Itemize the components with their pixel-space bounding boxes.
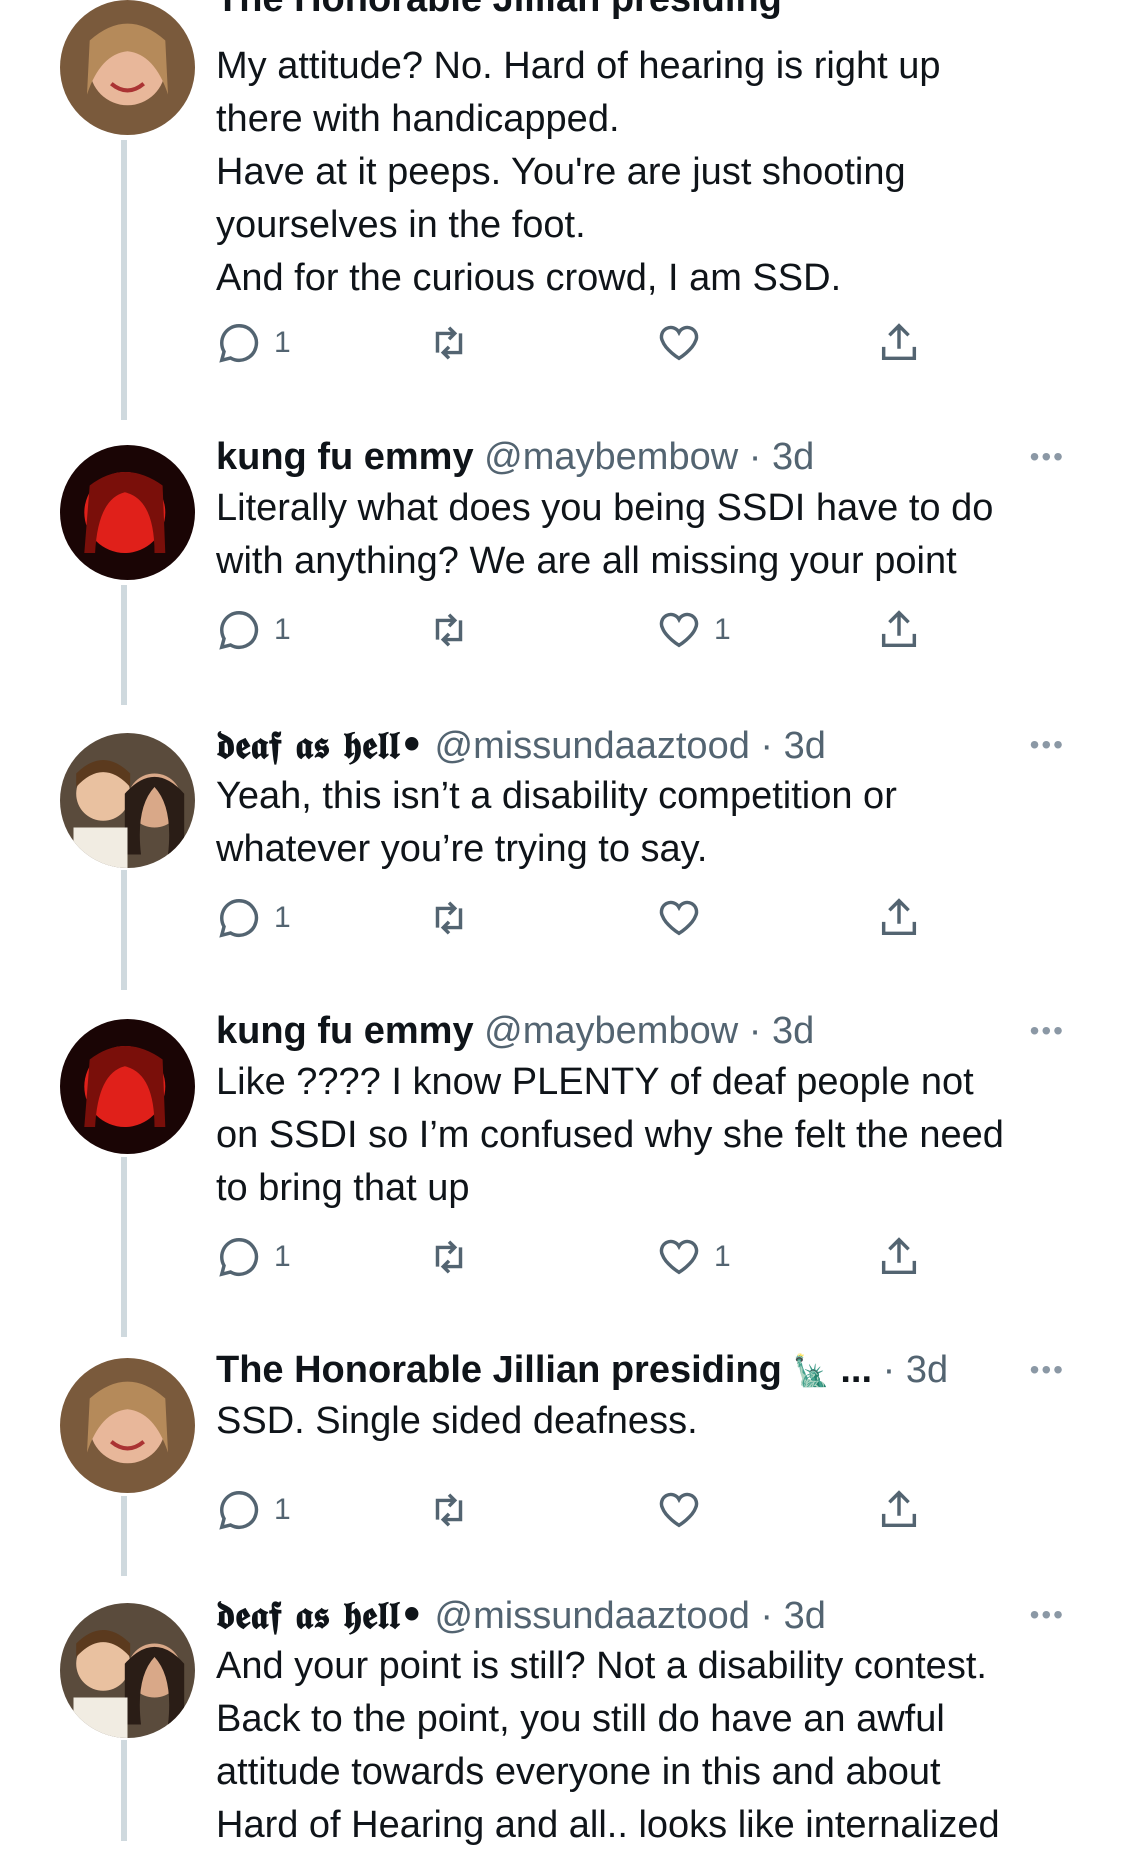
heart-icon	[659, 1239, 699, 1275]
statue-of-liberty-icon: 🗽	[792, 1354, 830, 1388]
thread-line	[121, 1740, 127, 1841]
tweet-text: Yeah, this isn’t a disability competitio…	[216, 775, 897, 870]
retweet-button[interactable]	[426, 1227, 472, 1287]
speech-bubble-icon	[219, 1491, 259, 1530]
heart-icon	[659, 900, 699, 936]
like-button[interactable]: 1	[656, 600, 731, 660]
speech-bubble-icon	[219, 611, 259, 650]
tweet-handle[interactable]: @maybembow	[484, 1010, 738, 1052]
like-button[interactable]	[656, 313, 714, 373]
retweet-icon	[435, 901, 463, 935]
retweet-button[interactable]	[426, 600, 472, 660]
share-icon	[881, 1237, 917, 1275]
share-icon	[881, 610, 917, 648]
reply-count: 1	[274, 1240, 291, 1273]
retweet-icon	[435, 613, 463, 647]
tweet-actions: 1	[216, 313, 936, 373]
reply-button[interactable]: 1	[216, 313, 291, 373]
tweet-time[interactable]: 3d	[784, 1595, 826, 1637]
tweet-actions: 1 1	[216, 600, 936, 660]
tweet-time[interactable]: 3d	[784, 725, 826, 767]
share-button[interactable]	[876, 600, 922, 660]
reply-count: 1	[274, 1493, 291, 1526]
tweet-author-name[interactable]: The Honorable Jillian presiding	[216, 0, 782, 21]
share-button[interactable]	[876, 888, 922, 948]
speech-bubble-icon	[219, 324, 259, 363]
more-dots-icon[interactable]: •••	[1030, 720, 1065, 770]
tweet-text: And your point is still? Not a disabilit…	[216, 1645, 1000, 1846]
share-button[interactable]	[876, 313, 922, 373]
heart-icon	[659, 612, 699, 648]
retweet-icon	[435, 326, 463, 360]
thread-line	[121, 1496, 127, 1576]
like-count: 1	[714, 1240, 731, 1273]
reply-count: 1	[274, 613, 291, 646]
reply-count: 1	[274, 901, 291, 934]
reply-button[interactable]: 1	[216, 1227, 291, 1287]
tweet-text: Literally what does you being SSDI have …	[216, 487, 994, 582]
speech-bubble-icon	[219, 1238, 259, 1277]
tweet-author-name[interactable]: kung fu emmy	[216, 436, 474, 478]
thread-line	[121, 870, 127, 990]
tweet-time[interactable]: 3d	[906, 1349, 948, 1391]
tweet-author-name[interactable]: 𝖉𝖊𝖆𝖋 𝖆𝖘 𝖍𝖊𝖑𝖑•	[216, 1592, 424, 1637]
share-icon	[881, 1490, 917, 1528]
share-icon	[881, 323, 917, 361]
avatar[interactable]	[60, 733, 195, 868]
more-dots-icon[interactable]: •••	[1030, 1590, 1065, 1640]
like-button[interactable]	[656, 1480, 714, 1540]
avatar[interactable]	[60, 1358, 195, 1493]
tweet-author-name[interactable]: kung fu emmy	[216, 1010, 474, 1052]
avatar[interactable]	[60, 445, 195, 580]
retweet-icon	[435, 1240, 463, 1274]
tweet-actions: 1	[216, 888, 936, 948]
tweet-text: SSD. Single sided deafness.	[216, 1400, 698, 1442]
tweet-text: My attitude? No. Hard of hearing is righ…	[216, 45, 941, 299]
avatar[interactable]	[60, 0, 195, 135]
tweet-handle[interactable]: @missundaaztood	[435, 725, 750, 767]
retweet-button[interactable]	[426, 1480, 472, 1540]
tweet-header: kung fu emmy @maybembow · 3d •••	[216, 432, 1065, 482]
tweet-actions: 1 1	[216, 1227, 936, 1287]
tweet-handle[interactable]: @missundaaztood	[435, 1595, 750, 1637]
tweet-author-name[interactable]: 𝖉𝖊𝖆𝖋 𝖆𝖘 𝖍𝖊𝖑𝖑•	[216, 722, 424, 767]
retweet-button[interactable]	[426, 313, 472, 373]
thread-line	[121, 585, 127, 705]
heart-icon	[659, 1492, 699, 1528]
tweet-handle[interactable]: @maybembow	[484, 436, 738, 478]
avatar[interactable]	[60, 1019, 195, 1154]
avatar[interactable]	[60, 1603, 195, 1738]
like-button[interactable]: 1	[656, 1227, 731, 1287]
tweet-header: 𝖉𝖊𝖆𝖋 𝖆𝖘 𝖍𝖊𝖑𝖑• @missundaaztood · 3d •••	[216, 1590, 1065, 1640]
tweet-header: 𝖉𝖊𝖆𝖋 𝖆𝖘 𝖍𝖊𝖑𝖑• @missundaaztood · 3d •••	[216, 720, 1065, 770]
more-dots-icon[interactable]: •••	[1030, 1006, 1065, 1056]
tweet-header: kung fu emmy @maybembow · 3d •••	[216, 1006, 1065, 1056]
name-ellipsis: ...	[840, 1349, 873, 1391]
thread-line	[121, 140, 127, 420]
retweet-button[interactable]	[426, 888, 472, 948]
share-button[interactable]	[876, 1480, 922, 1540]
retweet-icon	[435, 1493, 463, 1527]
heart-icon	[659, 325, 699, 361]
reply-button[interactable]: 1	[216, 1480, 291, 1540]
reply-button[interactable]: 1	[216, 888, 291, 948]
more-dots-icon[interactable]: •••	[1030, 432, 1065, 482]
more-dots-icon[interactable]: •••	[1030, 1345, 1065, 1395]
tweet-actions: 1	[216, 1480, 936, 1540]
like-count: 1	[714, 613, 731, 646]
tweet-text: Like ???? I know PLENTY of deaf people n…	[216, 1061, 1004, 1209]
share-button[interactable]	[876, 1227, 922, 1287]
tweet-header: The Honorable Jillian presiding 🗽 ... · …	[216, 1345, 1065, 1395]
share-icon	[881, 898, 917, 936]
tweet-author-name[interactable]: The Honorable Jillian presiding	[216, 1349, 782, 1391]
like-button[interactable]	[656, 888, 714, 948]
reply-count: 1	[274, 326, 291, 359]
tweet-time[interactable]: 3d	[772, 436, 814, 478]
reply-button[interactable]: 1	[216, 600, 291, 660]
tweet-time[interactable]: 3d	[772, 1010, 814, 1052]
speech-bubble-icon	[219, 899, 259, 938]
thread-line	[121, 1157, 127, 1337]
